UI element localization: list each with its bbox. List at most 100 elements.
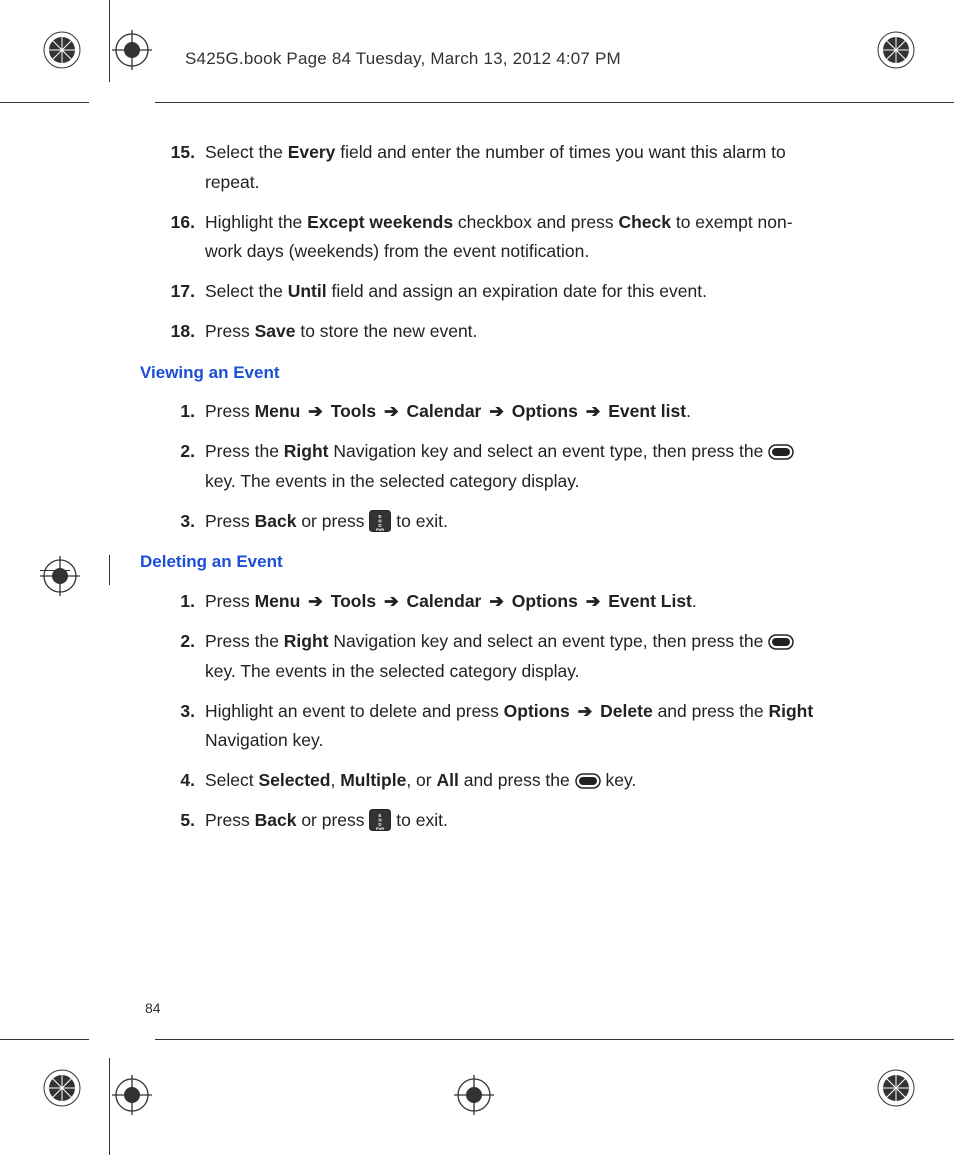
arrow-icon: ➔ <box>376 591 406 611</box>
bold-text: Tools <box>331 591 376 611</box>
crop-line <box>109 0 110 82</box>
text: to exit. <box>391 511 447 531</box>
text: Highlight an event to delete and press <box>205 701 504 721</box>
bold-text: Right <box>284 631 329 651</box>
step-body: Press the Right Navigation key and selec… <box>205 437 825 497</box>
page-number: 84 <box>145 1000 161 1016</box>
crop-line <box>155 1039 954 1040</box>
step-item: 17.Select the Until field and assign an … <box>145 277 825 307</box>
text: , <box>330 770 340 790</box>
svg-text:PWR: PWR <box>376 827 385 831</box>
target-mark-icon <box>112 30 142 60</box>
arrow-icon: ➔ <box>575 701 601 721</box>
step-body: Press Menu ➔ Tools ➔ Calendar ➔ Options … <box>205 587 825 617</box>
text: Press <box>205 591 255 611</box>
bold-text: Event list <box>608 401 686 421</box>
bold-text: Check <box>618 212 671 232</box>
text: Press <box>205 511 255 531</box>
text: and press the <box>653 701 769 721</box>
text: or press <box>296 810 369 830</box>
step-body: Press Save to store the new event. <box>205 317 825 347</box>
bold-text: Options <box>512 401 578 421</box>
bold-text: Selected <box>259 770 331 790</box>
page-header: S425G.book Page 84 Tuesday, March 13, 20… <box>185 49 621 69</box>
step-item: 16.Highlight the Except weekends checkbo… <box>145 208 825 268</box>
step-body: Select the Every field and enter the num… <box>205 138 825 198</box>
step-number: 4. <box>145 766 205 796</box>
text: . <box>692 591 697 611</box>
text: Highlight the <box>205 212 307 232</box>
step-number: 18. <box>145 317 205 347</box>
text: Navigation key and select an event type,… <box>329 631 769 651</box>
step-item: 2.Press the Right Navigation key and sel… <box>145 437 825 497</box>
text: Press the <box>205 631 284 651</box>
text: key. The events in the selected category… <box>205 661 580 681</box>
arrow-icon: ➔ <box>481 401 511 421</box>
text: Press the <box>205 441 284 461</box>
bold-text: Save <box>255 321 296 341</box>
ok-key-icon <box>768 444 794 460</box>
registration-mark-icon <box>876 30 916 70</box>
step-body: Highlight the Except weekends checkbox a… <box>205 208 825 268</box>
step-body: Press Menu ➔ Tools ➔ Calendar ➔ Options … <box>205 397 825 427</box>
bold-text: Options <box>504 701 575 721</box>
text: key. <box>601 770 637 790</box>
bold-text: Every <box>288 142 336 162</box>
step-body: Highlight an event to delete and press O… <box>205 697 825 757</box>
step-number: 3. <box>145 697 205 727</box>
text: Navigation key. <box>205 730 323 750</box>
step-item: 3.Press Back or press ENDPWR to exit. <box>145 507 825 537</box>
step-item: 18.Press Save to store the new event. <box>145 317 825 347</box>
crop-line <box>109 1058 110 1155</box>
step-number: 17. <box>145 277 205 307</box>
step-body: Press the Right Navigation key and selec… <box>205 627 825 687</box>
text: or press <box>296 511 369 531</box>
step-body: Select the Until field and assign an exp… <box>205 277 825 307</box>
bold-text: Calendar <box>406 591 481 611</box>
text: Select the <box>205 142 288 162</box>
step-number: 15. <box>145 138 205 168</box>
step-number: 3. <box>145 507 205 537</box>
bold-text: Right <box>284 441 329 461</box>
step-body: Press Back or press ENDPWR to exit. <box>205 507 825 537</box>
text: Press <box>205 810 255 830</box>
step-item: 3.Highlight an event to delete and press… <box>145 697 825 757</box>
step-number: 2. <box>145 627 205 657</box>
registration-mark-icon <box>42 30 82 70</box>
bold-text: Menu <box>255 401 301 421</box>
step-number: 16. <box>145 208 205 238</box>
text: Press <box>205 401 255 421</box>
step-number: 5. <box>145 806 205 836</box>
crop-line <box>0 102 89 103</box>
text: . <box>686 401 691 421</box>
bold-text: Tools <box>331 401 376 421</box>
text: , or <box>406 770 436 790</box>
registration-mark-icon <box>876 1068 916 1108</box>
bold-text: All <box>436 770 458 790</box>
step-item: 5.Press Back or press ENDPWR to exit. <box>145 806 825 836</box>
section-title-deleting: Deleting an Event <box>140 548 825 577</box>
step-item: 1.Press Menu ➔ Tools ➔ Calendar ➔ Option… <box>145 397 825 427</box>
step-body: Press Back or press ENDPWR to exit. <box>205 806 825 836</box>
text: Select the <box>205 281 288 301</box>
bold-text: Except weekends <box>307 212 453 232</box>
step-item: 15.Select the Every field and enter the … <box>145 138 825 198</box>
text: Select <box>205 770 259 790</box>
bold-text: Menu <box>255 591 301 611</box>
page: S425G.book Page 84 Tuesday, March 13, 20… <box>0 0 954 1155</box>
content-area: 15.Select the Every field and enter the … <box>145 138 825 846</box>
arrow-icon: ➔ <box>300 401 330 421</box>
arrow-icon: ➔ <box>481 591 511 611</box>
crop-tick <box>109 555 110 585</box>
bold-text: Delete <box>600 701 653 721</box>
text: Press <box>205 321 255 341</box>
bold-text: Right <box>768 701 813 721</box>
text: checkbox and press <box>453 212 618 232</box>
step-number: 1. <box>145 397 205 427</box>
ok-key-icon <box>575 773 601 789</box>
arrow-icon: ➔ <box>578 401 608 421</box>
text: to exit. <box>391 810 447 830</box>
registration-mark-icon <box>42 1068 82 1108</box>
step-number: 1. <box>145 587 205 617</box>
target-mark-icon <box>112 1075 142 1105</box>
